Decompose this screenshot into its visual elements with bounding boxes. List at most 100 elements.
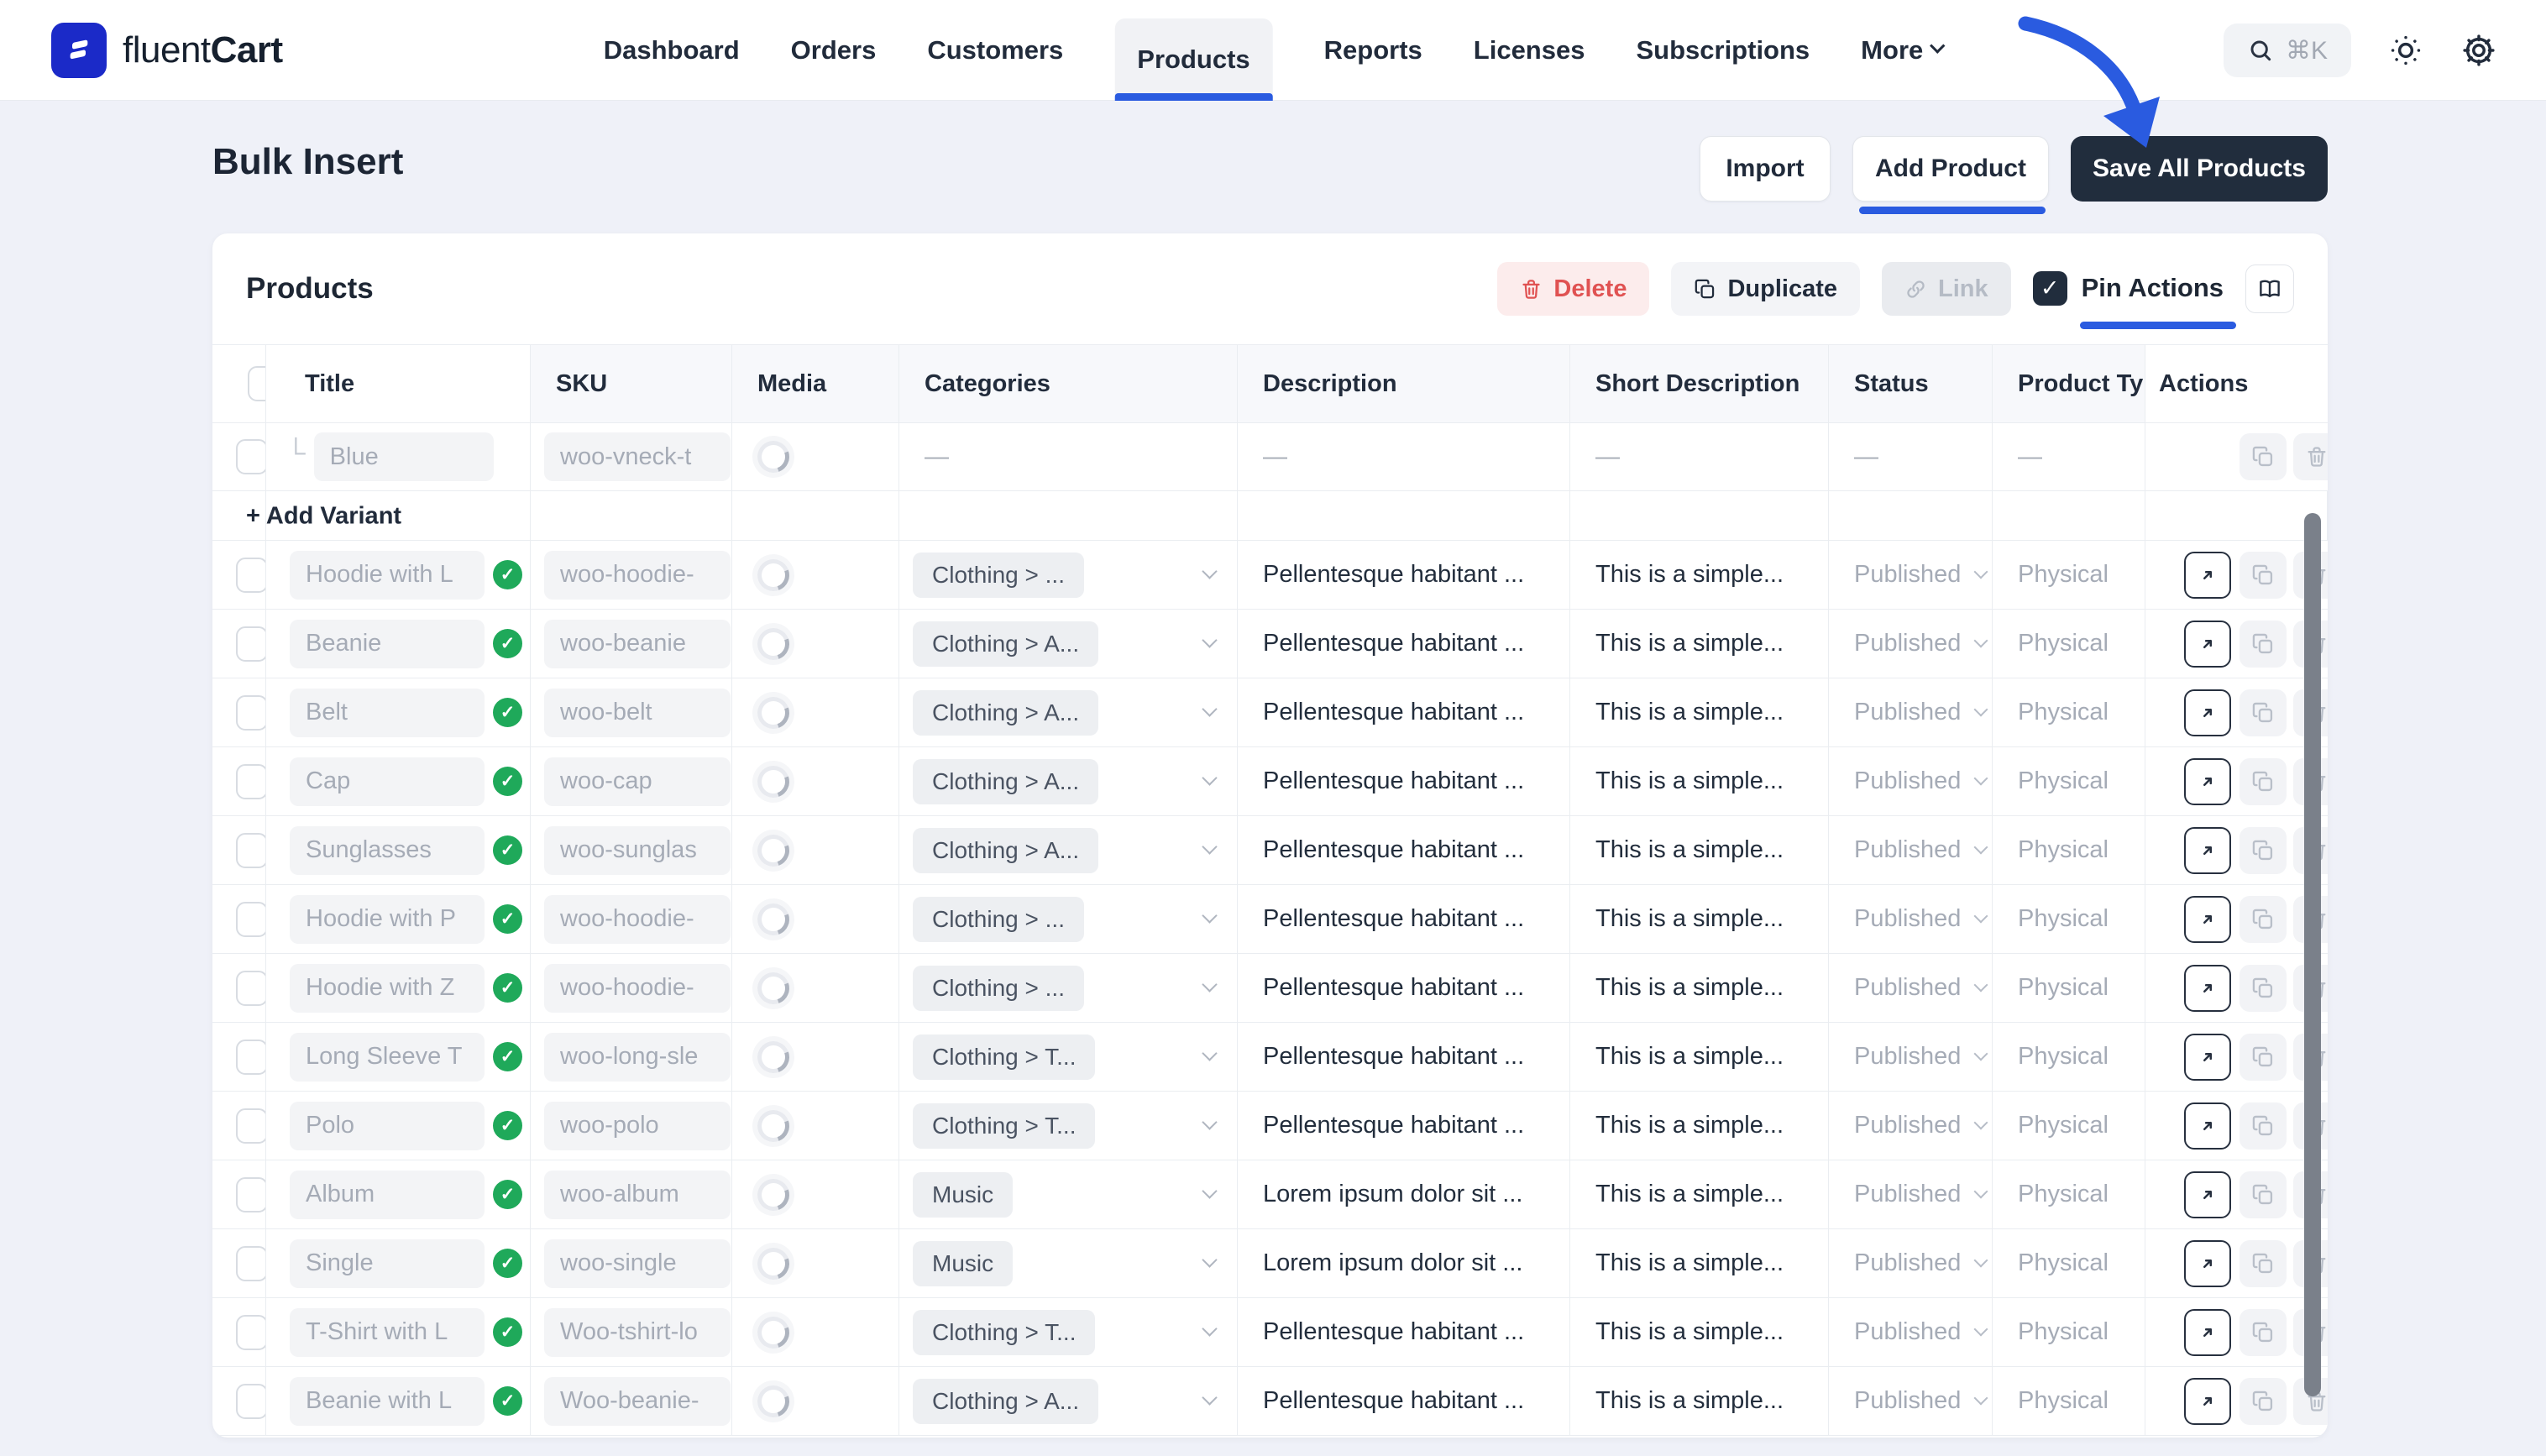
- cell-description[interactable]: Pellentesque habitant ...: [1238, 610, 1570, 678]
- cell-categories[interactable]: Clothing > T...: [899, 1023, 1238, 1092]
- category-tag[interactable]: Clothing > ...: [913, 553, 1084, 598]
- row-checkbox[interactable]: [236, 971, 266, 1006]
- cell-categories[interactable]: Clothing > T...: [899, 1298, 1238, 1367]
- category-tag[interactable]: Clothing > T...: [913, 1310, 1095, 1355]
- cell-description[interactable]: Pellentesque habitant ...: [1238, 541, 1570, 610]
- row-checkbox[interactable]: [236, 1040, 266, 1075]
- sku-input[interactable]: woo-long-sle: [544, 1033, 731, 1082]
- open-product-button[interactable]: [2184, 758, 2231, 805]
- cell-description[interactable]: Pellentesque habitant ...: [1238, 747, 1570, 816]
- cell-categories[interactable]: Music: [899, 1229, 1238, 1298]
- cell-categories[interactable]: Clothing > A...: [899, 610, 1238, 678]
- category-tag[interactable]: Clothing > A...: [913, 621, 1098, 667]
- row-checkbox[interactable]: [236, 558, 266, 593]
- nav-item-more[interactable]: More: [1861, 0, 1942, 101]
- duplicate-row-button[interactable]: [2240, 1034, 2287, 1081]
- cell-short-description[interactable]: This is a simple...: [1570, 885, 1829, 954]
- title-input[interactable]: Belt: [290, 689, 485, 737]
- cell-description[interactable]: Pellentesque habitant ...: [1238, 1367, 1570, 1436]
- category-tag[interactable]: Clothing > A...: [913, 759, 1098, 804]
- cell-short-description[interactable]: This is a simple...: [1570, 1229, 1829, 1298]
- open-product-button[interactable]: [2184, 965, 2231, 1012]
- sku-input[interactable]: Woo-tshirt-lo: [544, 1308, 731, 1357]
- row-checkbox[interactable]: [236, 1315, 266, 1350]
- duplicate-row-button[interactable]: [2240, 1171, 2287, 1218]
- nav-item-licenses[interactable]: Licenses: [1474, 0, 1585, 101]
- sku-input[interactable]: woo-hoodie-: [544, 895, 731, 944]
- cell-categories[interactable]: Music: [899, 1160, 1238, 1229]
- category-tag[interactable]: Music: [913, 1241, 1013, 1286]
- open-product-button[interactable]: [2184, 1034, 2231, 1081]
- cell-categories[interactable]: Clothing > ...: [899, 541, 1238, 610]
- open-product-button[interactable]: [2184, 896, 2231, 943]
- cell-description[interactable]: Lorem ipsum dolor sit ...: [1238, 1160, 1570, 1229]
- open-product-button[interactable]: [2184, 621, 2231, 668]
- delete-button[interactable]: Delete: [1497, 262, 1649, 316]
- cell-description[interactable]: Pellentesque habitant ...: [1238, 1298, 1570, 1367]
- settings-button[interactable]: [2460, 32, 2497, 69]
- duplicate-row-button[interactable]: [2240, 758, 2287, 805]
- row-checkbox[interactable]: [236, 695, 266, 731]
- cell-status[interactable]: Published: [1829, 1367, 1993, 1436]
- cell-short-description[interactable]: This is a simple...: [1570, 1160, 1829, 1229]
- open-product-button[interactable]: [2184, 1171, 2231, 1218]
- cell-categories[interactable]: Clothing > A...: [899, 1367, 1238, 1436]
- sku-input[interactable]: woo-vneck-t: [544, 432, 731, 481]
- cell-status[interactable]: Published: [1829, 541, 1993, 610]
- duplicate-row-button[interactable]: [2240, 621, 2287, 668]
- row-checkbox[interactable]: [236, 764, 266, 799]
- duplicate-row-button[interactable]: [2240, 433, 2287, 480]
- sku-input[interactable]: woo-hoodie-: [544, 551, 731, 600]
- nav-item-products[interactable]: Products: [1114, 18, 1272, 101]
- sku-input[interactable]: woo-sunglas: [544, 826, 731, 875]
- category-tag[interactable]: Clothing > A...: [913, 828, 1098, 873]
- title-input[interactable]: Beanie with L: [290, 1377, 485, 1426]
- duplicate-row-button[interactable]: [2240, 689, 2287, 736]
- category-tag[interactable]: Clothing > ...: [913, 897, 1084, 942]
- title-input[interactable]: Hoodie with P: [290, 895, 485, 944]
- cell-status[interactable]: —: [1829, 423, 1993, 491]
- title-input[interactable]: Single: [290, 1239, 485, 1288]
- sku-input[interactable]: woo-album: [544, 1171, 731, 1219]
- duplicate-row-button[interactable]: [2240, 827, 2287, 874]
- add-product-button[interactable]: Add Product: [1852, 136, 2049, 202]
- cell-status[interactable]: Published: [1829, 816, 1993, 885]
- cell-status[interactable]: Published: [1829, 1160, 1993, 1229]
- cell-status[interactable]: Published: [1829, 747, 1993, 816]
- open-product-button[interactable]: [2184, 827, 2231, 874]
- category-tag[interactable]: Clothing > A...: [913, 1379, 1098, 1424]
- cell-categories[interactable]: Clothing > ...: [899, 954, 1238, 1023]
- nav-item-reports[interactable]: Reports: [1324, 0, 1422, 101]
- sku-input[interactable]: woo-single: [544, 1239, 731, 1288]
- cell-status[interactable]: Published: [1829, 1229, 1993, 1298]
- cell-short-description[interactable]: This is a simple...: [1570, 816, 1829, 885]
- cell-description[interactable]: Pellentesque habitant ...: [1238, 678, 1570, 747]
- title-input[interactable]: Album: [290, 1171, 485, 1219]
- cell-short-description[interactable]: This is a simple...: [1570, 1298, 1829, 1367]
- sku-input[interactable]: Woo-beanie-: [544, 1377, 731, 1426]
- cell-short-description[interactable]: This is a simple...: [1570, 954, 1829, 1023]
- cell-categories[interactable]: Clothing > ...: [899, 885, 1238, 954]
- cell-categories[interactable]: Clothing > A...: [899, 816, 1238, 885]
- category-tag[interactable]: Clothing > T...: [913, 1034, 1095, 1080]
- category-tag[interactable]: Clothing > T...: [913, 1103, 1095, 1149]
- cell-short-description[interactable]: This is a simple...: [1570, 747, 1829, 816]
- open-product-button[interactable]: [2184, 552, 2231, 599]
- cell-short-description[interactable]: This is a simple...: [1570, 541, 1829, 610]
- duplicate-row-button[interactable]: [2240, 1378, 2287, 1425]
- open-product-button[interactable]: [2184, 1309, 2231, 1356]
- title-input[interactable]: Cap: [290, 757, 485, 806]
- sku-input[interactable]: woo-beanie: [544, 620, 731, 668]
- cell-status[interactable]: Published: [1829, 1023, 1993, 1092]
- category-tag[interactable]: Music: [913, 1172, 1013, 1218]
- pin-actions-toggle[interactable]: ✓ Pin Actions: [2033, 271, 2224, 307]
- title-input[interactable]: Polo: [290, 1102, 485, 1150]
- cell-status[interactable]: Published: [1829, 885, 1993, 954]
- cell-categories[interactable]: Clothing > A...: [899, 678, 1238, 747]
- docs-button[interactable]: [2245, 264, 2294, 313]
- nav-item-subscriptions[interactable]: Subscriptions: [1636, 0, 1810, 101]
- category-tag[interactable]: Clothing > ...: [913, 966, 1084, 1011]
- row-checkbox[interactable]: [236, 626, 266, 662]
- duplicate-button[interactable]: Duplicate: [1671, 262, 1860, 316]
- duplicate-row-button[interactable]: [2240, 552, 2287, 599]
